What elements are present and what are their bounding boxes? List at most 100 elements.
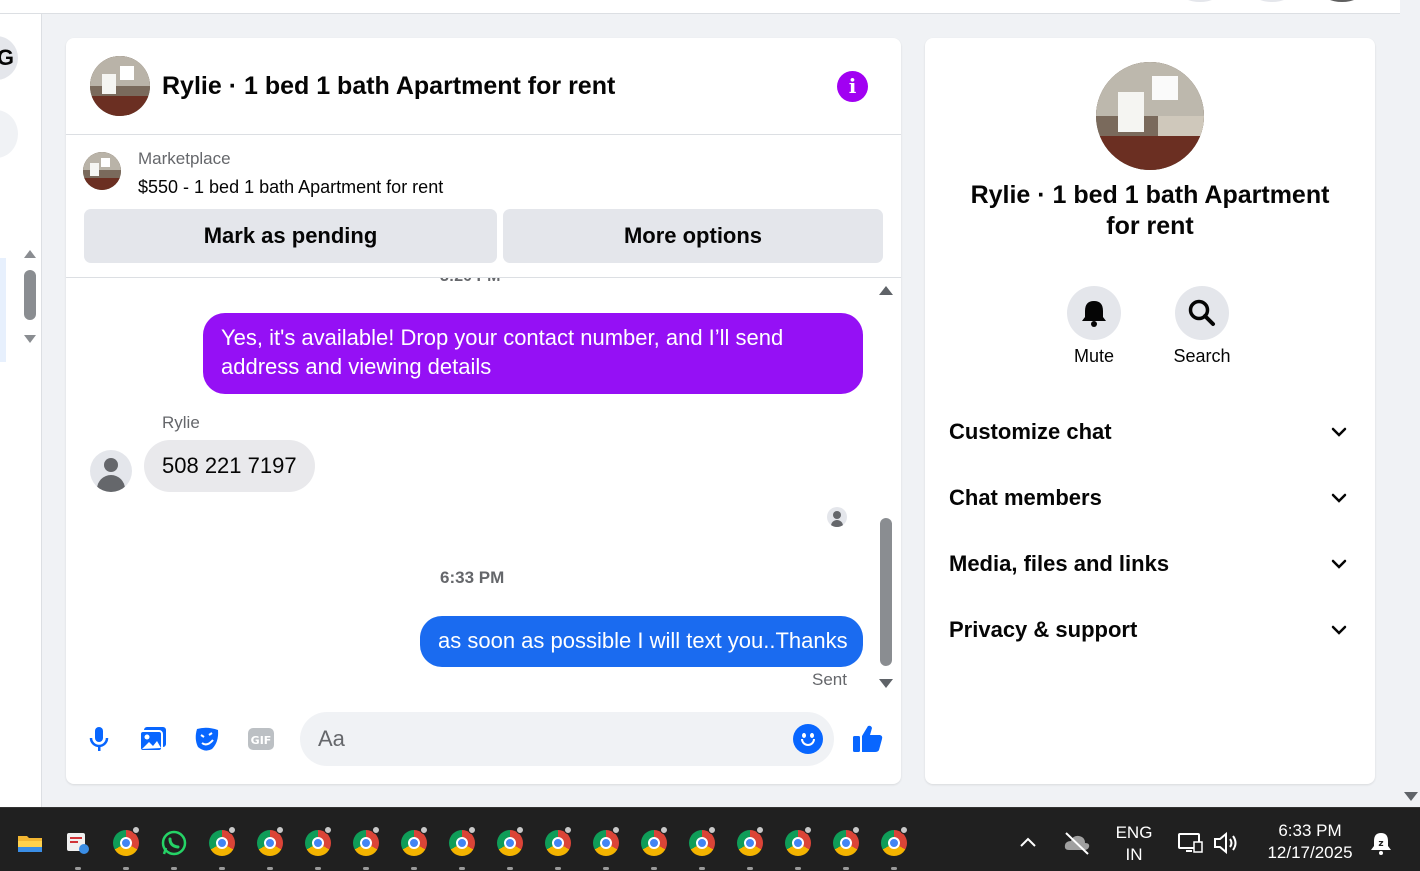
listing-thumbnail[interactable] [83, 152, 121, 190]
clock-date: 12/17/2025 [1267, 843, 1353, 862]
chrome-icon[interactable] [593, 826, 620, 856]
toolbar-button[interactable] [1252, 0, 1292, 2]
conversation-avatar[interactable] [1096, 62, 1204, 170]
microphone-icon[interactable] [84, 724, 114, 754]
section-chat-members[interactable]: Chat members [949, 473, 1351, 523]
toolbar-button[interactable] [1180, 0, 1220, 2]
thread-scroll-up-icon[interactable] [879, 286, 893, 295]
chat-title[interactable]: Rylie · 1 bed 1 bath Apartment for rent [162, 72, 615, 101]
running-indicator [171, 867, 177, 870]
notification-icon[interactable]: z [1368, 830, 1394, 856]
mute-button[interactable]: Mute [1049, 286, 1139, 367]
chrome-icon[interactable] [689, 826, 716, 856]
running-indicator [795, 867, 801, 870]
running-indicator [747, 867, 753, 870]
sidebar-scroll-up-icon[interactable] [24, 250, 36, 258]
section-media-files-links[interactable]: Media, files and links [949, 539, 1351, 589]
running-indicator [651, 867, 657, 870]
sidebar-scroll-down-icon[interactable] [24, 335, 36, 343]
chat-avatar[interactable] [90, 56, 150, 116]
marketplace-listing-banner: Marketplace $550 - 1 bed 1 bath Apartmen… [66, 135, 901, 278]
search-icon [1175, 286, 1229, 340]
message-thread: 3:20 PM Yes, it's available! Drop your c… [66, 278, 901, 694]
section-privacy-support[interactable]: Privacy & support [949, 605, 1351, 655]
search-button[interactable]: Search [1157, 286, 1247, 367]
chrome-icon[interactable] [113, 826, 140, 856]
page-scroll-down-icon[interactable] [1404, 792, 1418, 801]
volume-icon[interactable] [1212, 830, 1242, 856]
nav-item[interactable] [0, 110, 18, 158]
sticker-icon[interactable] [192, 724, 222, 754]
like-icon[interactable] [851, 722, 885, 756]
chrome-icon[interactable] [353, 826, 380, 856]
cloud-offline-icon[interactable] [1062, 830, 1092, 856]
running-indicator [603, 867, 609, 870]
input-language[interactable]: ENG IN [1110, 822, 1158, 866]
conversation-name: Rylie · 1 bed 1 bath Apartment for rent [970, 181, 1330, 240]
info-icon[interactable]: i [837, 71, 868, 102]
svg-text:z: z [1378, 839, 1383, 849]
listing-title[interactable]: $550 - 1 bed 1 bath Apartment for rent [138, 177, 443, 198]
running-indicator [891, 867, 897, 870]
section-title: Privacy & support [949, 617, 1138, 642]
chrome-icon[interactable] [641, 826, 668, 856]
chrome-icon[interactable] [305, 826, 332, 856]
mute-label: Mute [1073, 346, 1115, 366]
chrome-icon[interactable] [209, 826, 236, 856]
left-nav-strip: G [0, 14, 42, 807]
whatsapp-icon[interactable] [161, 830, 187, 856]
chrome-icon[interactable] [497, 826, 524, 856]
network-icon[interactable] [1176, 830, 1204, 856]
timestamp-divider: 3:20 PM [440, 278, 500, 286]
section-customize-chat[interactable]: Customize chat [949, 407, 1351, 457]
chat-panel: Rylie · 1 bed 1 bath Apartment for rent … [66, 38, 901, 784]
chevron-up-icon[interactable] [1016, 832, 1040, 852]
chrome-icon[interactable] [401, 826, 428, 856]
emoji-icon[interactable] [793, 724, 823, 754]
outgoing-message[interactable]: Yes, it's available! Drop your contact n… [203, 313, 863, 394]
facebook-logo[interactable]: G [0, 36, 18, 80]
running-indicator [843, 867, 849, 870]
clock[interactable]: 6:33 PM 12/17/2025 [1256, 820, 1364, 864]
active-conversation-indicator [0, 258, 6, 362]
svg-text:GIF: GIF [251, 734, 272, 747]
more-options-button[interactable]: More options [503, 209, 883, 263]
search-label: Search [1173, 346, 1231, 366]
profile-avatar[interactable] [1322, 0, 1362, 2]
section-title: Customize chat [949, 419, 1112, 444]
chrome-icon[interactable] [833, 826, 860, 856]
snipping-tool-icon[interactable] [65, 830, 91, 856]
section-title: Chat members [949, 485, 1102, 510]
chat-header: Rylie · 1 bed 1 bath Apartment for rent … [66, 38, 901, 135]
running-indicator [123, 867, 129, 870]
contact-avatar[interactable] [90, 450, 132, 492]
mark-as-pending-button[interactable]: Mark as pending [84, 209, 497, 263]
sidebar-scrollbar-thumb[interactable] [24, 270, 36, 320]
running-indicator [507, 867, 513, 870]
region-code: IN [1125, 845, 1143, 864]
chrome-icon[interactable] [545, 826, 572, 856]
chrome-icon[interactable] [737, 826, 764, 856]
chevron-down-icon [1331, 493, 1347, 503]
chrome-icon[interactable] [881, 826, 908, 856]
section-title: Media, files and links [949, 551, 1170, 576]
file-explorer-icon[interactable] [17, 830, 43, 856]
outgoing-message[interactable]: as soon as possible I will text you..Tha… [420, 616, 863, 667]
gif-icon[interactable]: GIF [246, 724, 276, 754]
clock-time: 6:33 PM [1278, 821, 1342, 840]
photo-icon[interactable] [138, 724, 168, 754]
running-indicator [411, 867, 417, 870]
message-status: Sent [812, 670, 847, 689]
thread-scroll-down-icon[interactable] [879, 679, 893, 688]
chrome-icon[interactable] [785, 826, 812, 856]
browser-top-strip [0, 0, 1400, 14]
thread-scrollbar-thumb[interactable] [880, 518, 892, 666]
conversation-info-panel: Rylie · 1 bed 1 bath Apartment for rent … [925, 38, 1375, 784]
chrome-icon[interactable] [257, 826, 284, 856]
marketplace-label: Marketplace [138, 149, 231, 168]
chrome-icon[interactable] [449, 826, 476, 856]
incoming-message[interactable]: 508 221 7197 [144, 440, 315, 492]
language-code: ENG [1115, 823, 1153, 842]
running-indicator [459, 867, 465, 870]
message-input[interactable]: Aa [300, 712, 834, 766]
